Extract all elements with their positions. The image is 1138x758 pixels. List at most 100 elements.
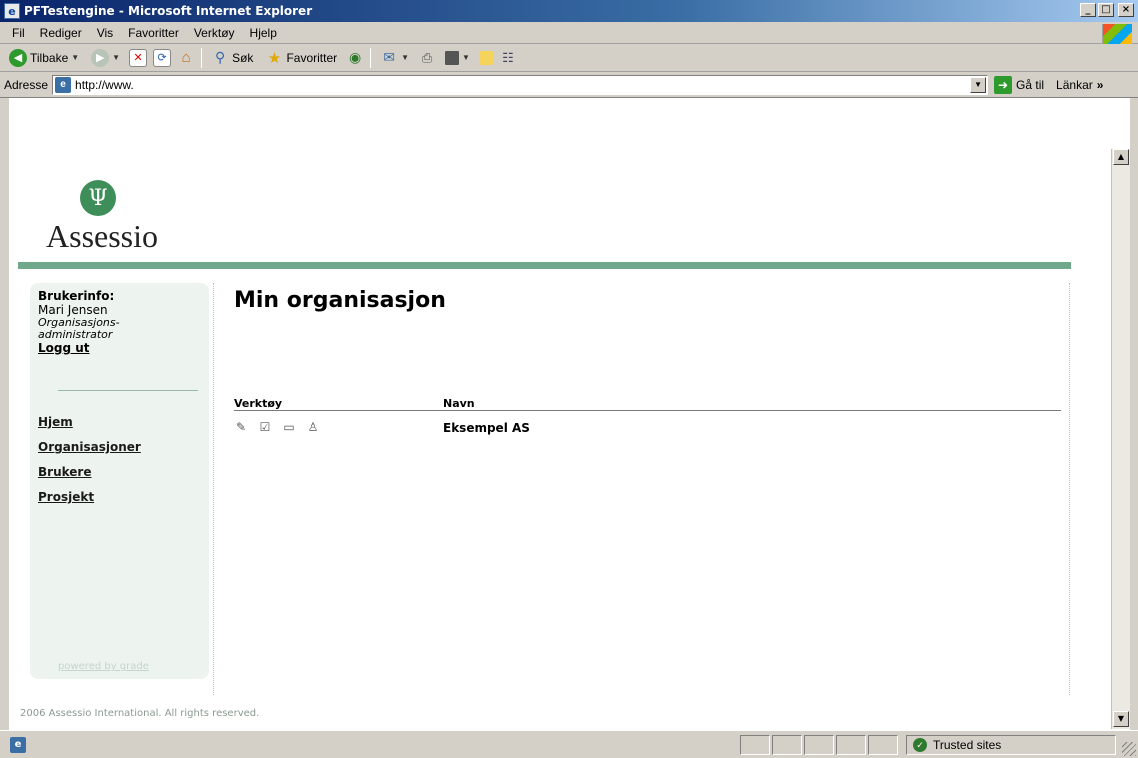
logo-text: Assessio <box>46 218 159 254</box>
status-bar: e ✓ Trusted sites <box>0 730 1138 758</box>
window-titlebar: e PFTestengine - Microsoft Internet Expl… <box>0 0 1138 22</box>
assessio-logo: Ψ Assessio <box>46 180 206 260</box>
sidebar: Brukerinfo: Mari Jensen Organisasjons- a… <box>30 283 209 679</box>
header-divider <box>18 262 1071 269</box>
menu-edit[interactable]: Rediger <box>34 26 91 40</box>
sidebar-item-home[interactable]: Hjem <box>38 415 141 429</box>
back-arrow-icon: ◀ <box>9 48 27 67</box>
menu-bar: Fil Rediger Vis Favoritter Verktøy Hjelp <box>0 22 1138 44</box>
sidebar-item-organizations[interactable]: Organisasjoner <box>38 440 141 454</box>
security-zone[interactable]: ✓ Trusted sites <box>906 735 1116 755</box>
page-status-icon: e <box>10 736 26 753</box>
table-header: Verktøy Navn <box>234 397 1061 411</box>
refresh-icon[interactable]: ⟳ <box>153 48 172 67</box>
address-dropdown-icon[interactable]: ▼ <box>970 76 987 93</box>
sidebar-item-project[interactable]: Prosjekt <box>38 490 141 504</box>
folder-icon[interactable]: ▭ <box>282 420 296 434</box>
toolbar-separator <box>201 47 203 68</box>
address-input[interactable]: e http://www. ▼ <box>52 74 989 95</box>
sidebar-nav: Hjem Organisasjoner Brukere Prosjekt <box>38 415 141 515</box>
resize-grip-icon[interactable] <box>1122 742 1136 756</box>
go-button[interactable]: ➜ Gå til <box>994 75 1045 94</box>
user-role-line2: administrator <box>38 328 113 341</box>
column-header-name: Navn <box>443 397 475 410</box>
status-pane <box>772 735 802 755</box>
window-frame-left <box>0 98 9 730</box>
edit-button[interactable]: ▼ <box>442 47 473 69</box>
forward-button[interactable]: ▶ ▼ <box>88 47 123 69</box>
search-icon: ⚲ <box>214 49 226 65</box>
status-panes <box>740 735 898 755</box>
table-row: ✎ ☑ ▭ ♙ Eksempel AS <box>234 420 1061 438</box>
favorites-label: Favoritter <box>286 50 338 65</box>
maximize-button[interactable]: □ <box>1098 3 1114 17</box>
minimize-button[interactable]: _ <box>1080 3 1096 17</box>
window-controls: _ □ × <box>1080 3 1134 17</box>
ie-icon: e <box>4 3 20 19</box>
address-label: Adresse <box>4 77 49 92</box>
menu-favorites[interactable]: Favoritter <box>122 26 188 40</box>
favorites-button[interactable]: ★ Favoritter <box>262 47 340 69</box>
psi-logo-icon: Ψ <box>80 180 116 216</box>
scroll-down-icon[interactable]: ▼ <box>1113 711 1129 727</box>
footer-copyright: 2006 Assessio International. All rights … <box>20 708 260 719</box>
dropdown-arrow-icon[interactable]: ▼ <box>71 53 79 62</box>
organization-name[interactable]: Eksempel AS <box>443 421 530 435</box>
search-button[interactable]: ⚲ Søk <box>208 47 256 69</box>
menu-view[interactable]: Vis <box>91 26 122 40</box>
discuss-icon[interactable] <box>478 50 493 65</box>
window-title: PFTestengine - Microsoft Internet Explor… <box>24 4 313 18</box>
column-header-tools: Verktøy <box>234 397 283 410</box>
menu-tools[interactable]: Verktøy <box>188 26 244 40</box>
checkbox-icon[interactable]: ☑ <box>258 420 272 434</box>
address-bar: Adresse e http://www. ▼ ➜ Gå til Länkar … <box>0 72 1138 98</box>
messenger-icon[interactable]: ☷ <box>499 49 517 67</box>
windows-logo-icon <box>1102 24 1132 44</box>
window-frame-right <box>1130 98 1138 730</box>
page-title: Min organisasjon <box>234 288 446 313</box>
sidebar-item-users[interactable]: Brukere <box>38 465 141 479</box>
go-arrow-icon: ➜ <box>994 75 1013 94</box>
links-button[interactable]: Länkar » <box>1056 78 1103 92</box>
menu-file[interactable]: Fil <box>6 26 34 40</box>
mail-icon: ✉ <box>383 49 395 65</box>
star-icon: ★ <box>267 49 282 67</box>
forward-arrow-icon: ▶ <box>91 48 110 67</box>
go-label: Gå til <box>1016 77 1045 92</box>
links-label: Länkar <box>1056 77 1093 92</box>
user-info-heading: Brukerinfo: <box>38 289 115 303</box>
links-chevron-icon[interactable]: » <box>1097 78 1104 92</box>
dropdown-arrow-icon[interactable]: ▼ <box>112 53 120 62</box>
stop-icon[interactable]: ✕ <box>129 48 148 67</box>
sidebar-divider <box>58 390 198 391</box>
edit-icon[interactable]: ✎ <box>234 420 248 434</box>
content-border-right <box>1069 283 1070 695</box>
logout-link[interactable]: Logg ut <box>38 341 90 355</box>
address-url[interactable]: http://www. <box>75 78 134 92</box>
content-top <box>0 98 1138 149</box>
standard-toolbar: ◀ Tilbake ▼ ▶ ▼ ✕ ⟳ ⌂ ⚲ Søk ★ Favoritter… <box>0 44 1138 72</box>
back-label: Tilbake <box>30 50 69 65</box>
back-button[interactable]: ◀ Tilbake ▼ <box>6 47 82 69</box>
vertical-scrollbar[interactable]: ▲ ▼ <box>1111 149 1130 729</box>
status-pane <box>740 735 770 755</box>
scroll-up-icon[interactable]: ▲ <box>1113 149 1129 165</box>
search-label: Søk <box>232 50 254 65</box>
content-border-left <box>213 283 214 695</box>
history-icon[interactable]: ◉ <box>346 49 364 67</box>
toolbar-separator <box>370 47 372 68</box>
menu-help[interactable]: Hjelp <box>244 26 286 40</box>
edit-icon <box>445 50 460 65</box>
dropdown-arrow-icon[interactable]: ▼ <box>462 53 470 62</box>
status-pane <box>868 735 898 755</box>
security-zone-label: Trusted sites <box>933 738 1002 752</box>
print-icon[interactable]: ⎙ <box>418 49 436 67</box>
dropdown-arrow-icon[interactable]: ▼ <box>401 53 409 62</box>
close-button[interactable]: × <box>1118 3 1134 17</box>
powered-by-link[interactable]: powered by grade <box>58 661 149 672</box>
status-pane <box>836 735 866 755</box>
user-icon[interactable]: ♙ <box>306 420 320 434</box>
home-icon[interactable]: ⌂ <box>177 49 195 67</box>
mail-button[interactable]: ✉ ▼ <box>377 47 412 69</box>
status-pane <box>804 735 834 755</box>
